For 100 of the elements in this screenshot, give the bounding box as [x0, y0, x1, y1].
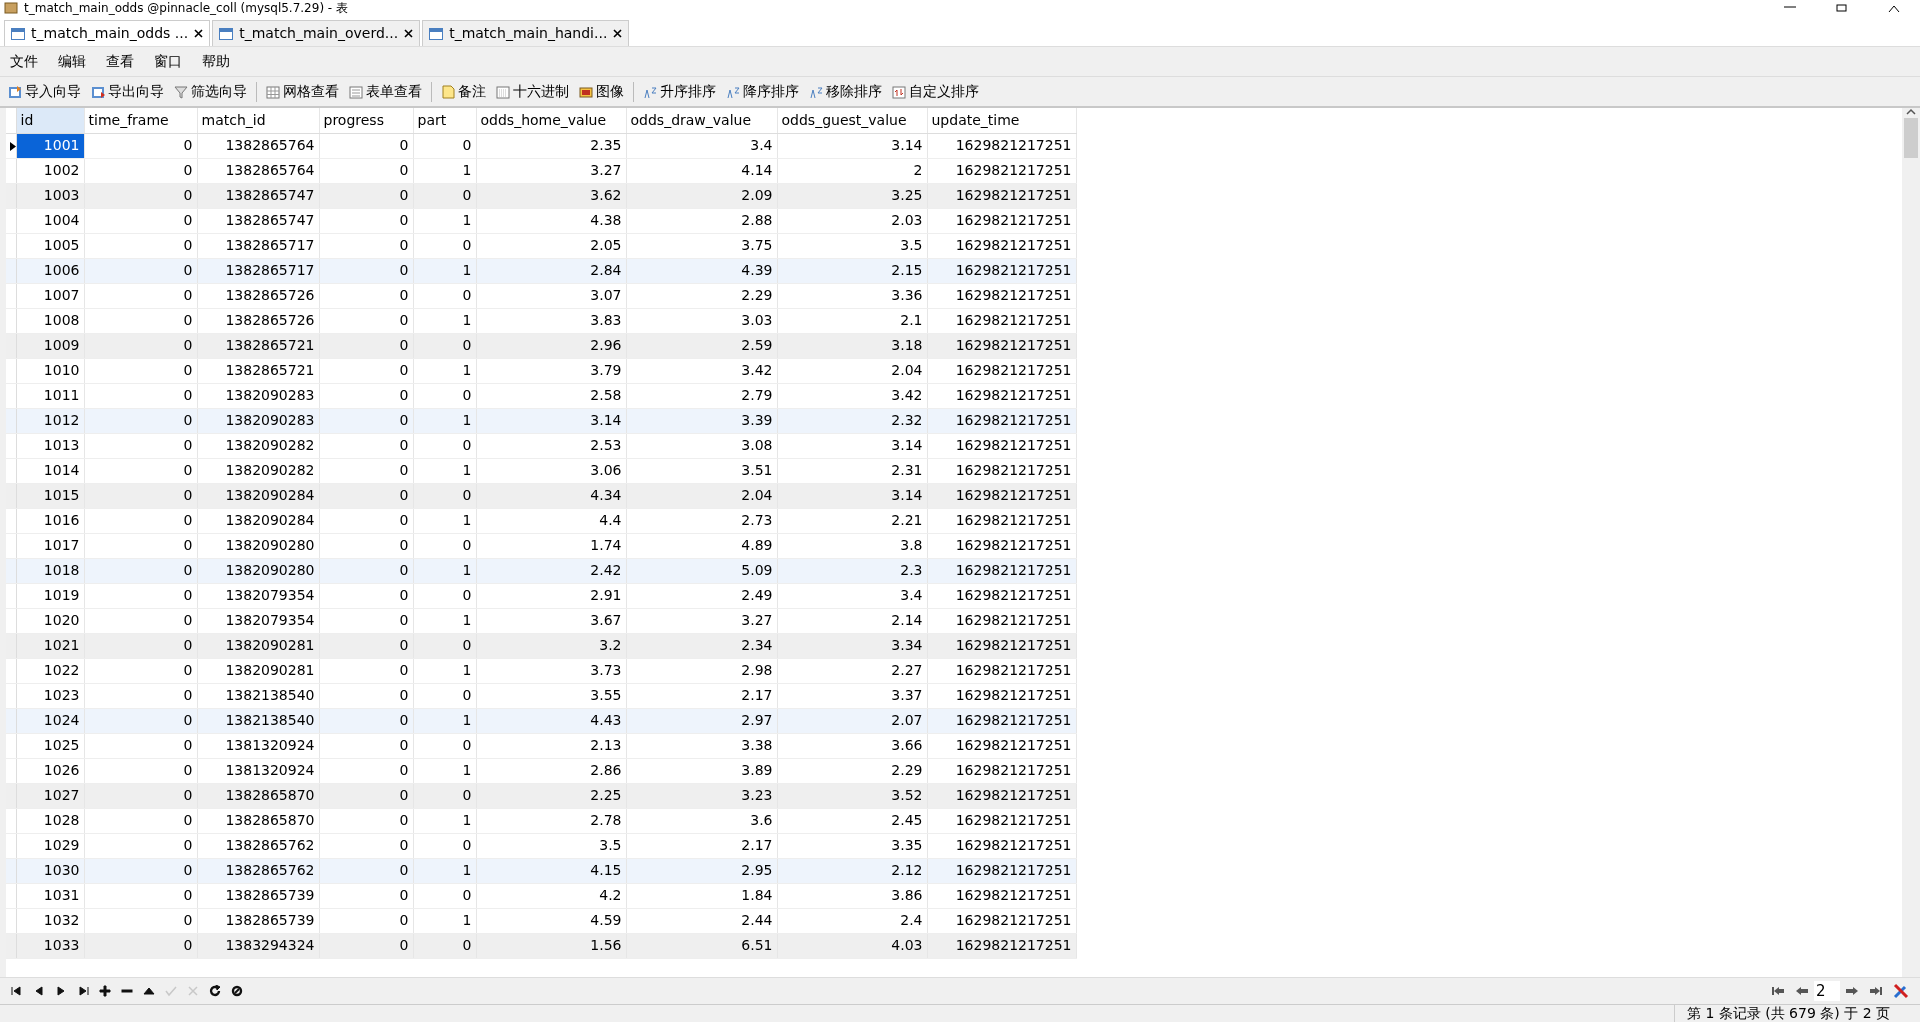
table-cell: 0 — [319, 833, 413, 858]
column-header[interactable]: update_time — [927, 108, 1076, 133]
table-cell: 2.79 — [626, 383, 777, 408]
table-cell: 3.27 — [626, 608, 777, 633]
table-cell: 2.84 — [476, 258, 626, 283]
table-cell: 1007 — [16, 283, 84, 308]
table-cell: 0 — [84, 358, 197, 383]
table-cell: 1013 — [16, 433, 84, 458]
table-cell: 0 — [319, 233, 413, 258]
table-cell: 0 — [413, 883, 476, 908]
table-cell: 3.4 — [626, 133, 777, 158]
table-cell: 1382090283 — [197, 383, 319, 408]
table-cell: 0 — [413, 583, 476, 608]
table-cell: 1026 — [16, 758, 84, 783]
table-cell: 1381320924 — [197, 758, 319, 783]
table-cell: 2.03 — [777, 208, 927, 233]
scroll-up-icon[interactable] — [1906, 108, 1916, 116]
table-cell: 1011 — [16, 383, 84, 408]
table-cell: 1382138540 — [197, 708, 319, 733]
table-cell: 1382090283 — [197, 408, 319, 433]
table-cell: 2.49 — [626, 583, 777, 608]
menu-item[interactable]: 窗口 — [148, 49, 196, 74]
table-cell: 3.14 — [777, 133, 927, 158]
table-cell: 0 — [319, 158, 413, 183]
scrollbar-thumb[interactable] — [1904, 118, 1918, 158]
toolbar-button[interactable]: 自定义排序 — [890, 81, 981, 102]
table-cell: 1382865870 — [197, 808, 319, 833]
table-cell: 3.08 — [626, 433, 777, 458]
table-cell: 2.05 — [476, 233, 626, 258]
table-cell: 3.51 — [626, 458, 777, 483]
table-cell: 1 — [413, 458, 476, 483]
column-header[interactable]: part — [413, 108, 476, 133]
table-cell: 1031 — [16, 883, 84, 908]
table-cell: 2.97 — [626, 708, 777, 733]
table-cell: 3.18 — [777, 333, 927, 358]
toolbar-button[interactable]: 导入向导 — [6, 81, 83, 102]
column-header[interactable]: progress — [319, 108, 413, 133]
table-cell: 1 — [413, 908, 476, 933]
table-cell: 0 — [319, 608, 413, 633]
table-cell: 0 — [319, 583, 413, 608]
column-header[interactable]: odds_guest_value — [777, 108, 927, 133]
column-header[interactable]: time_frame — [84, 108, 197, 133]
toolbar-button[interactable]: 降序排序 — [724, 81, 801, 102]
tab[interactable]: t_match_main_handi... — [422, 20, 630, 46]
table-cell: 1019 — [16, 583, 84, 608]
table-cell: 1382090281 — [197, 633, 319, 658]
table-cell: 1382865721 — [197, 358, 319, 383]
menu-item[interactable]: 编辑 — [52, 49, 100, 74]
toolbar-button[interactable]: 网格查看 — [264, 81, 341, 102]
page-field[interactable]: 2 — [1814, 981, 1840, 1001]
table-cell: 0 — [84, 158, 197, 183]
table-cell: 0 — [84, 658, 197, 683]
column-header[interactable]: odds_draw_value — [626, 108, 777, 133]
form-icon — [349, 84, 363, 99]
table-cell: 3.03 — [626, 308, 777, 333]
table-cell: 0 — [84, 733, 197, 758]
table-cell: 1382865717 — [197, 258, 319, 283]
table-cell: 0 — [413, 433, 476, 458]
table-cell: 2.98 — [626, 658, 777, 683]
table-cell: 2.91 — [476, 583, 626, 608]
table-cell: 0 — [319, 183, 413, 208]
column-header[interactable]: id — [16, 108, 84, 133]
table-cell: 3.86 — [777, 883, 927, 908]
table-cell: 1 — [413, 308, 476, 333]
scrollbar-track[interactable] — [1902, 108, 1920, 977]
toolbar-button[interactable]: 十六进制 — [494, 81, 571, 102]
status-text: 第 1 条记录 (共 679 条) 于 2 页 — [1673, 1005, 1920, 1022]
menu-item[interactable]: 文件 — [4, 49, 52, 74]
toolbar-button[interactable]: 备注 — [439, 81, 488, 102]
table-cell: 0 — [84, 233, 197, 258]
toolbar-button[interactable]: 升序排序 — [641, 81, 718, 102]
toolbar-button[interactable]: 表单查看 — [347, 81, 424, 102]
tab[interactable]: t_match_main_overd... — [212, 20, 421, 46]
toolbar-button[interactable]: 移除排序 — [807, 81, 884, 102]
tab[interactable]: t_match_main_odds ... — [4, 20, 211, 46]
table-cell: 0 — [84, 183, 197, 208]
table-cell: 2.3 — [777, 558, 927, 583]
table-cell: 2.29 — [626, 283, 777, 308]
menu-item[interactable]: 帮助 — [196, 49, 244, 74]
table-cell: 3.73 — [476, 658, 626, 683]
grid-icon — [266, 84, 280, 99]
table-cell: 1629821217251 — [927, 533, 1076, 558]
table-cell: 1629821217251 — [927, 833, 1076, 858]
restore-icon[interactable] — [1836, 4, 1848, 12]
table-cell: 3.66 — [777, 733, 927, 758]
toolbar-button[interactable]: 筛选向导 — [172, 81, 249, 102]
table-cell: 3.52 — [777, 783, 927, 808]
table-cell: 1020 — [16, 608, 84, 633]
table-cell: 1382079354 — [197, 583, 319, 608]
minimize-icon[interactable] — [1784, 4, 1796, 10]
table-cell: 2.45 — [777, 808, 927, 833]
menu-item[interactable]: 查看 — [100, 49, 148, 74]
table-cell: 1629821217251 — [927, 483, 1076, 508]
table-cell: 1629821217251 — [927, 733, 1076, 758]
toolbar-button[interactable]: 图像 — [577, 81, 626, 102]
table-cell: 3.55 — [476, 683, 626, 708]
toolbar-button[interactable]: 导出向导 — [89, 81, 166, 102]
table-cell: 0 — [84, 333, 197, 358]
column-header[interactable]: odds_home_value — [476, 108, 626, 133]
column-header[interactable]: match_id — [197, 108, 319, 133]
